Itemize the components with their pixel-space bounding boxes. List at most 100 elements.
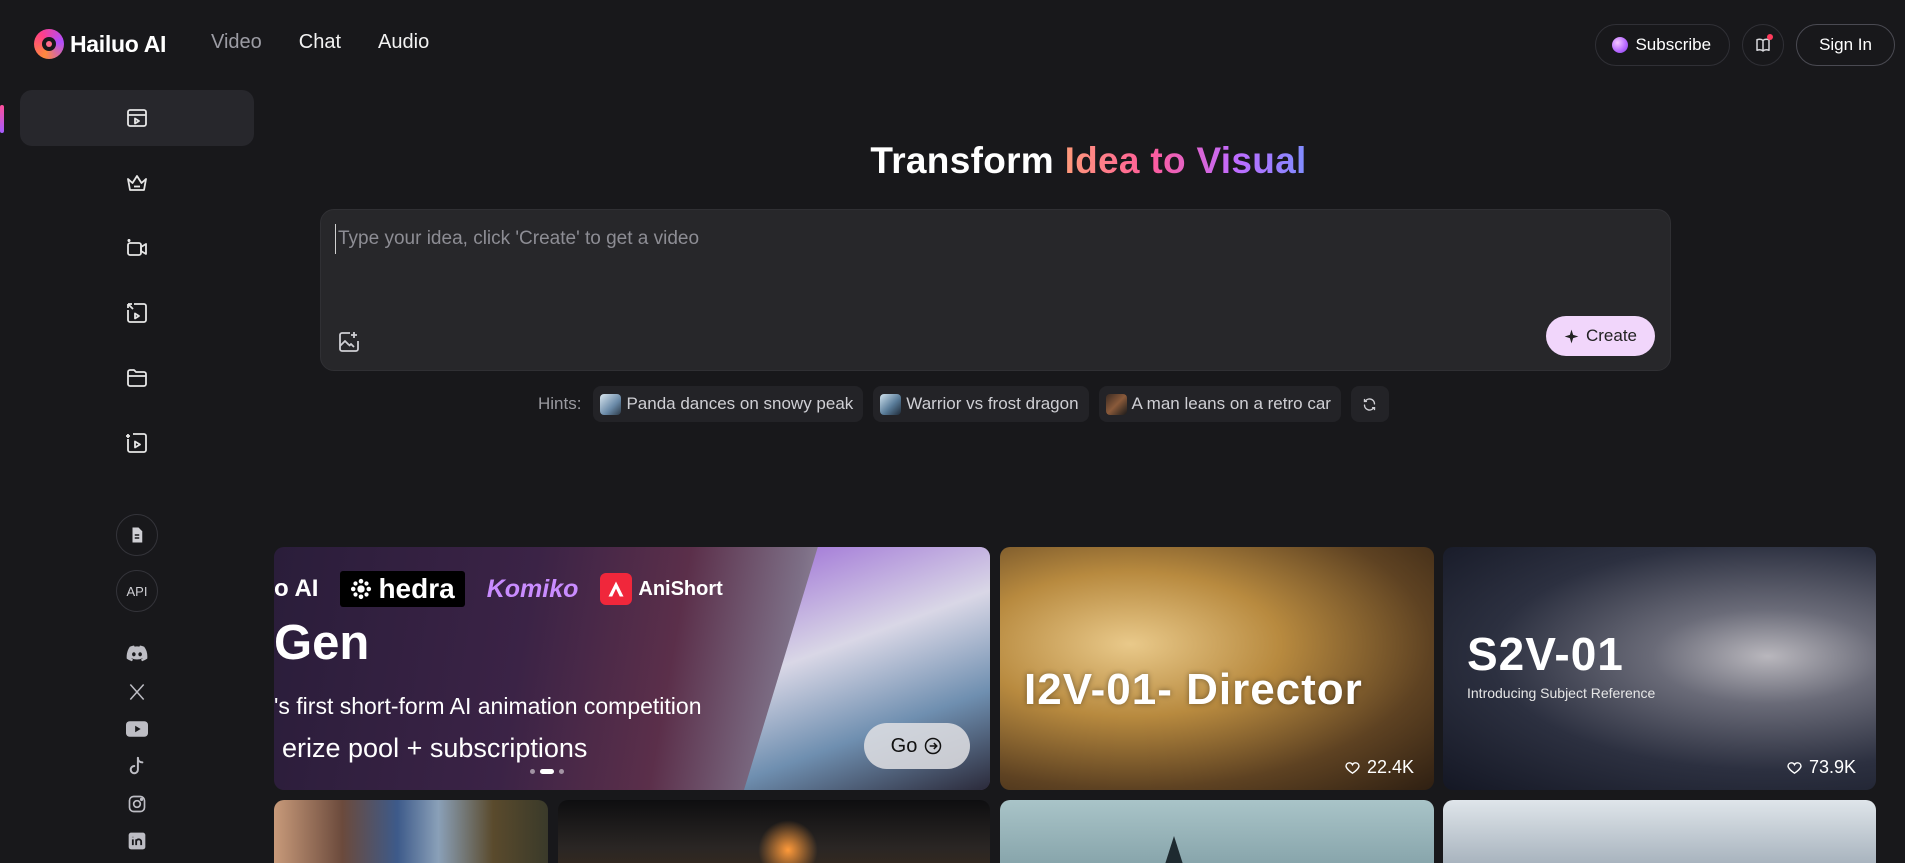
image-to-video-icon <box>127 303 147 323</box>
tiktok-link[interactable] <box>126 755 148 777</box>
nav-audio[interactable]: Audio <box>378 31 429 54</box>
hint-text: Warrior vs frost dragon <box>906 394 1079 413</box>
anishort-logo-icon <box>600 573 633 605</box>
banner-subtitle: 's first short-form AI animation competi… <box>274 693 702 719</box>
youtube-icon <box>126 721 148 737</box>
api-button[interactable]: API <box>116 570 158 612</box>
like-value: 22.4K <box>1366 757 1414 777</box>
partner-hailuo: o AI <box>274 575 319 602</box>
video-card[interactable]: I2V-01- Director 22.4K <box>1000 547 1434 790</box>
subscribe-button[interactable]: Subscribe <box>1595 24 1731 66</box>
hero-title-gradient: Idea to Visual <box>1064 140 1307 181</box>
banner-prize: erize pool + subscriptions <box>282 733 588 763</box>
hint-chip[interactable]: Panda dances on snowy peak <box>593 386 864 422</box>
carousel-dot-active[interactable] <box>540 769 554 774</box>
sidebar: API <box>0 90 270 863</box>
sparkle-icon <box>1564 329 1579 343</box>
hint-thumbnail <box>600 393 622 415</box>
sidebar-item-premium[interactable] <box>20 155 254 211</box>
hero-title-plain: Transform <box>870 140 1065 181</box>
video-card[interactable] <box>1443 800 1876 863</box>
hint-thumbnail <box>1105 393 1127 415</box>
crown-icon <box>127 175 147 191</box>
tower-artwork <box>1160 836 1188 863</box>
video-card[interactable]: S2V-01 Introducing Subject Reference 73.… <box>1443 547 1876 790</box>
arrow-right-circle-icon <box>925 737 942 755</box>
video-subtitle: Introducing Subject Reference <box>1467 685 1656 701</box>
video-title: S2V-01 <box>1467 628 1624 680</box>
sidebar-item-image-to-video[interactable] <box>20 285 254 341</box>
anishort-text: AniShort <box>638 577 723 600</box>
sidebar-item-upload-video[interactable] <box>20 415 254 471</box>
partner-hedra: hedra <box>340 571 465 607</box>
header-actions: Subscribe Sign In <box>1595 24 1895 66</box>
carousel-dots <box>530 769 564 774</box>
active-indicator <box>0 105 4 133</box>
hedra-logo-icon <box>351 578 372 600</box>
hints-bar: Hints: Panda dances on snowy peak Warrio… <box>538 386 1389 422</box>
sign-in-button[interactable]: Sign In <box>1796 24 1895 66</box>
carousel-dot[interactable] <box>530 769 535 774</box>
banner-title: Gen <box>274 616 370 670</box>
top-header: Hailuo AI Video Chat Audio Subscribe Sig… <box>0 0 1905 90</box>
linkedin-icon <box>128 832 146 850</box>
video-title: I2V-01- Director <box>1024 665 1363 714</box>
sidebar-item-assets[interactable] <box>20 350 254 406</box>
instagram-icon <box>128 795 146 813</box>
notification-dot <box>1767 34 1774 40</box>
prompt-box: Create <box>320 209 1671 371</box>
refresh-hints-button[interactable] <box>1350 386 1389 422</box>
like-count[interactable]: 73.9K <box>1786 757 1856 778</box>
guide-button[interactable] <box>1742 24 1785 66</box>
sidebar-item-create-video[interactable] <box>20 90 254 146</box>
docs-button[interactable] <box>116 514 158 556</box>
video-create-icon <box>127 109 147 127</box>
carousel-dot[interactable] <box>559 769 564 774</box>
hint-thumbnail <box>880 393 902 415</box>
prompt-input[interactable] <box>335 224 1635 254</box>
banner-go-button[interactable]: Go <box>864 723 970 769</box>
create-button[interactable]: Create <box>1545 316 1655 356</box>
gem-icon <box>1612 37 1629 53</box>
fire-artwork <box>758 820 818 863</box>
folder-icon <box>127 369 147 387</box>
discord-link[interactable] <box>126 643 148 665</box>
subscribe-label: Subscribe <box>1635 35 1712 54</box>
create-label: Create <box>1585 326 1637 345</box>
like-value: 73.9K <box>1808 757 1856 777</box>
brand-name: Hailuo AI <box>70 30 167 57</box>
main-nav: Video Chat Audio <box>211 31 429 54</box>
brand-logo[interactable]: Hailuo AI <box>34 29 166 59</box>
hailuo-logo-icon <box>34 29 64 59</box>
x-link[interactable] <box>126 681 148 703</box>
heart-icon <box>1345 762 1360 775</box>
promo-banner[interactable]: o AI hedra Komiko AniShort Gen 's first … <box>274 547 990 790</box>
video-card[interactable] <box>558 800 990 863</box>
hint-text: Panda dances on snowy peak <box>626 394 854 413</box>
heart-icon <box>1787 762 1802 775</box>
tiktok-icon <box>129 756 144 775</box>
go-label: Go <box>890 734 918 757</box>
instagram-link[interactable] <box>126 793 148 815</box>
linkedin-link[interactable] <box>126 830 148 852</box>
play-upload-icon <box>126 433 147 453</box>
hint-chip[interactable]: Warrior vs frost dragon <box>873 386 1089 422</box>
video-card[interactable] <box>1000 800 1434 863</box>
hints-label: Hints: <box>538 394 582 413</box>
nav-video[interactable]: Video <box>211 31 262 54</box>
hero-title: Transform Idea to Visual <box>272 140 1905 182</box>
refresh-icon <box>1364 397 1376 411</box>
youtube-link[interactable] <box>126 718 148 740</box>
like-count[interactable]: 22.4K <box>1344 757 1414 778</box>
video-card[interactable] <box>274 800 548 863</box>
nav-chat[interactable]: Chat <box>299 31 341 54</box>
upload-image-button[interactable] <box>337 330 361 354</box>
discord-icon <box>126 645 148 662</box>
document-icon <box>132 527 143 543</box>
partner-logos: o AI hedra Komiko AniShort <box>274 571 723 607</box>
partner-komiko: Komiko <box>486 574 579 603</box>
x-icon <box>129 684 145 700</box>
hint-text: A man leans on a retro car <box>1131 394 1331 413</box>
sidebar-item-camera[interactable] <box>20 220 254 276</box>
hint-chip[interactable]: A man leans on a retro car <box>1098 386 1341 422</box>
